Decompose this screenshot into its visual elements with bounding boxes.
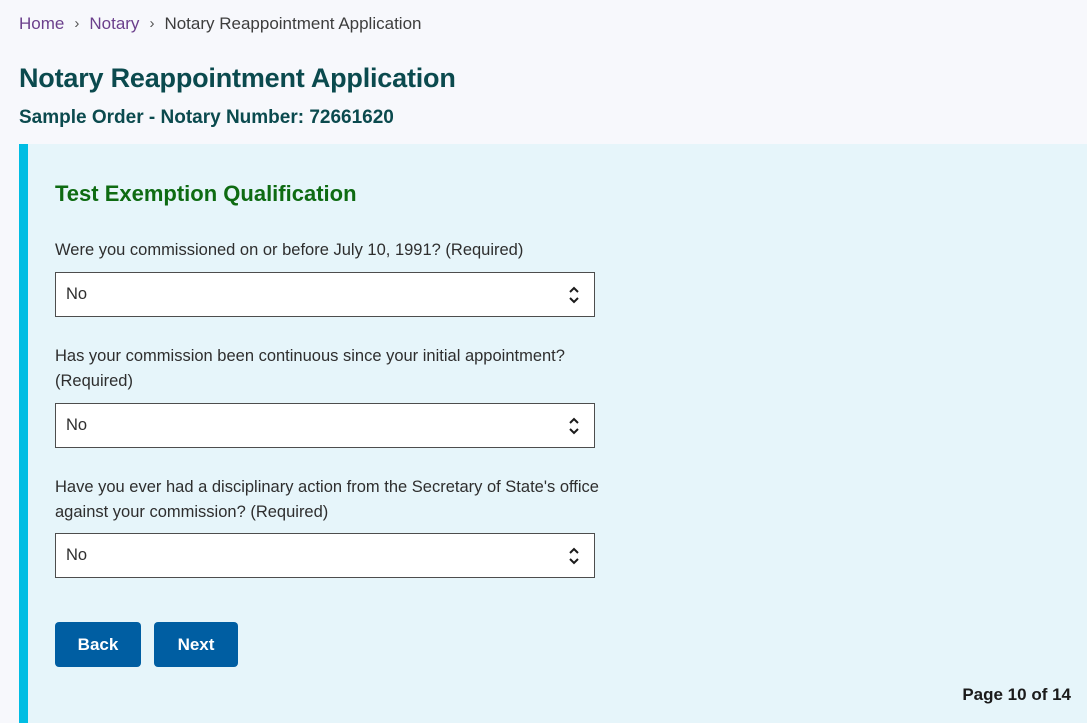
page-indicator: Page 10 of 14 [962,685,1071,704]
up-down-chevron-icon [569,547,579,565]
page-title: Notary Reappointment Application [19,63,456,93]
breadcrumb: Home › Notary › Notary Reappointment App… [19,13,421,35]
disciplinary-action-select[interactable]: No [55,533,595,578]
continuous-commission-select[interactable]: No [55,403,595,448]
breadcrumb-notary-link[interactable]: Notary [89,13,139,35]
breadcrumb-current: Notary Reappointment Application [164,14,422,33]
select-value: No [66,285,88,303]
up-down-chevron-icon [569,417,579,435]
page-subtitle: Sample Order - Notary Number: 72661620 [19,107,394,128]
question-label: Has your commission been continuous sinc… [55,347,565,390]
back-button[interactable]: Back [55,622,141,667]
chevron-right-icon: › [149,15,155,32]
chevron-right-icon: › [74,15,80,32]
section-title: Test Exemption Qualification [55,181,357,206]
commissioned-before-1991-select[interactable]: No [55,272,595,317]
form-card: Test Exemption Qualification Were you co… [19,144,1087,723]
up-down-chevron-icon [569,286,579,304]
select-value: No [66,546,88,564]
breadcrumb-home-link[interactable]: Home [19,13,64,35]
next-button[interactable]: Next [154,622,238,667]
question-label: Were you commissioned on or before July … [55,241,524,259]
question-label: Have you ever had a disciplinary action … [55,478,599,521]
select-value: No [66,416,88,434]
